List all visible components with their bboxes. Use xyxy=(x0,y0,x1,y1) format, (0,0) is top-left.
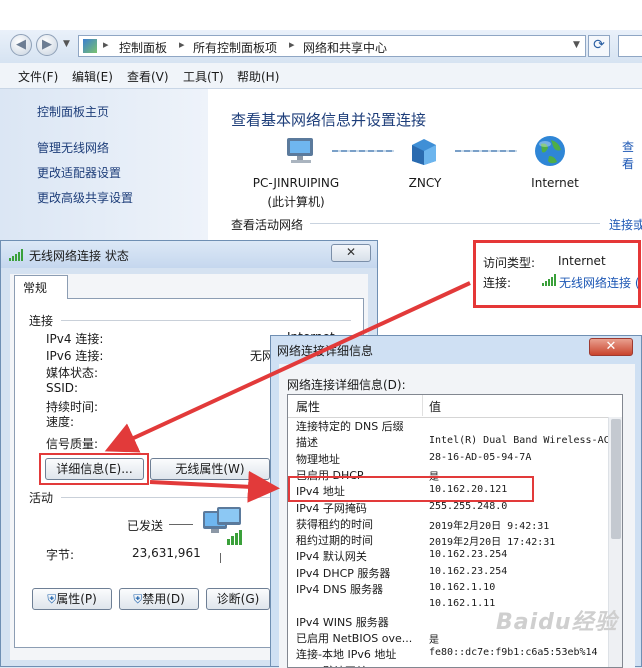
arrow-to-ipv4-address xyxy=(150,482,272,488)
watermark: Baidu经验 xyxy=(496,604,618,636)
annotation-arrows xyxy=(0,0,642,667)
arrow-to-details-button xyxy=(112,283,470,448)
